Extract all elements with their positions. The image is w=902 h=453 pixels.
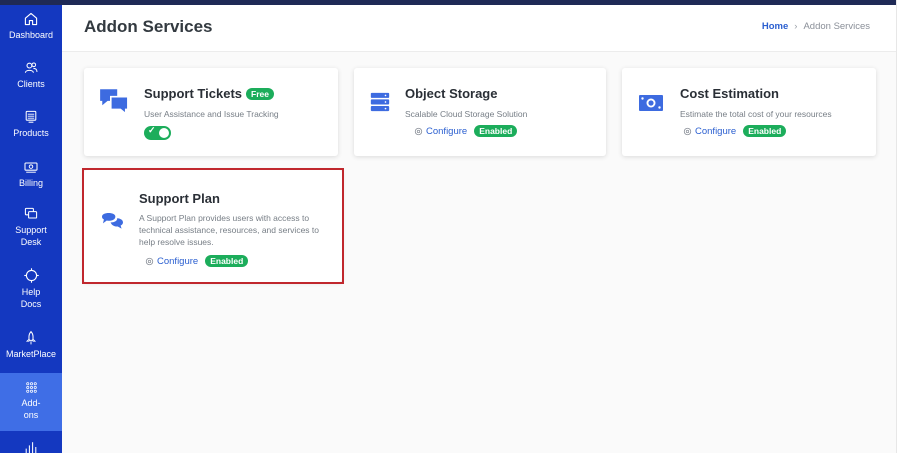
sidebar-item-addons[interactable]: Add- ons	[0, 373, 62, 431]
support-tickets-card: Support Tickets Free User Assistance and…	[84, 68, 338, 156]
sidebar-item-billing[interactable]: Billing	[0, 145, 62, 194]
breadcrumb-home-link[interactable]: Home	[762, 21, 788, 32]
configure-link[interactable]: Configure	[683, 126, 736, 137]
status-badge: Enabled	[474, 125, 518, 137]
sidebar-item-reports[interactable]	[0, 431, 62, 453]
users-icon	[24, 62, 38, 73]
enable-toggle[interactable]: ✓	[144, 125, 171, 140]
sidebar-item-label: MarketPlace	[5, 349, 57, 359]
cost-estimation-card: Cost Estimation Estimate the total cost …	[622, 68, 876, 156]
server-icon	[25, 110, 37, 123]
sidebar: Dashboard Clients Products Billing Suppo…	[0, 5, 62, 453]
card-title: Support Tickets Free	[144, 86, 274, 101]
selection-highlight	[82, 168, 344, 284]
gear-icon	[414, 127, 423, 135]
breadcrumb-current: Addon Services	[803, 21, 870, 32]
money-icon	[24, 162, 38, 173]
object-storage-card: Object Storage Scalable Cloud Storage So…	[354, 68, 606, 156]
sidebar-item-label: Help Docs	[20, 287, 42, 309]
card-title: Cost Estimation	[680, 86, 779, 101]
grid-dots-icon	[25, 382, 37, 393]
sidebar-item-label: Products	[13, 128, 49, 138]
chat-window-icon	[24, 207, 38, 219]
gear-icon	[683, 127, 692, 135]
card-title-text: Cost Estimation	[680, 86, 779, 101]
page-title: Addon Services	[84, 17, 213, 36]
page-header: Addon Services Home › Addon Services	[62, 5, 897, 52]
card-description: Estimate the total cost of your resource…	[680, 109, 832, 119]
home-icon	[24, 12, 38, 26]
breadcrumb: Home › Addon Services	[762, 21, 870, 32]
check-icon: ✓	[148, 125, 156, 135]
config-row: Configure Enabled	[683, 125, 787, 137]
rocket-icon	[25, 330, 37, 345]
sidebar-item-label: Dashboard	[8, 30, 54, 40]
money-bill-icon	[639, 95, 663, 111]
sidebar-item-products[interactable]: Products	[0, 96, 62, 145]
card-description: Scalable Cloud Storage Solution	[405, 109, 528, 119]
sidebar-item-label: Clients	[17, 79, 45, 89]
breadcrumb-separator: ›	[794, 21, 798, 32]
config-row: Configure Enabled	[414, 125, 518, 137]
chat-bubbles-icon	[100, 89, 129, 116]
sidebar-item-dashboard[interactable]: Dashboard	[0, 5, 62, 47]
window-edge	[896, 0, 897, 453]
sidebar-item-support-desk[interactable]: Support Desk	[0, 194, 62, 255]
sidebar-item-label: Billing	[18, 178, 43, 188]
configure-label: Configure	[695, 125, 737, 137]
bar-chart-icon	[25, 442, 37, 453]
configure-link[interactable]: Configure	[414, 126, 467, 137]
card-title: Object Storage	[405, 86, 497, 101]
configure-label: Configure	[426, 125, 468, 137]
card-description: User Assistance and Issue Tracking	[144, 109, 279, 119]
sidebar-item-label: Support Desk	[15, 225, 47, 247]
card-title-text: Support Tickets	[144, 86, 243, 101]
lifebuoy-icon	[23, 268, 39, 283]
toggle-knob	[159, 128, 169, 138]
app-window: Dashboard Clients Products Billing Suppo…	[0, 0, 902, 453]
sidebar-item-clients[interactable]: Clients	[0, 47, 62, 96]
storage-icon	[370, 92, 390, 112]
sidebar-item-marketplace[interactable]: MarketPlace	[0, 315, 62, 360]
sidebar-item-label: Add- ons	[21, 398, 41, 420]
status-badge: Enabled	[743, 125, 787, 137]
free-badge: Free	[246, 87, 274, 100]
sidebar-item-help-docs[interactable]: Help Docs	[0, 255, 62, 315]
card-title-text: Object Storage	[405, 86, 498, 101]
